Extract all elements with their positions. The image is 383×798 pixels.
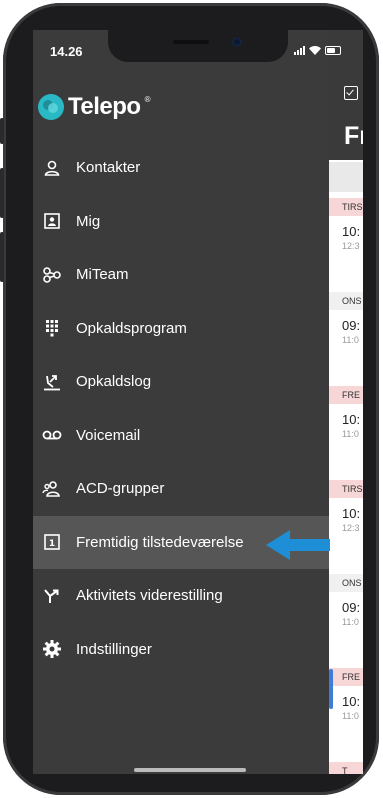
- list-item[interactable]: TIRS 10: 12:3: [329, 480, 363, 533]
- menu-item-indstillinger[interactable]: Indstillinger: [33, 623, 329, 677]
- future-presence-list: Fr TIRS 10: 12:3 ONS 09: 11:0 FRE 10: 11…: [329, 30, 363, 774]
- front-camera: [232, 37, 242, 47]
- volume-down-button: [0, 232, 4, 282]
- registered-mark: ®: [144, 95, 151, 104]
- menu-item-aktivitets-viderestilling[interactable]: Aktivitets viderestilling: [33, 569, 329, 623]
- mute-switch: [0, 118, 4, 144]
- end-time: 11:0: [342, 617, 359, 627]
- navigation-drawer: Telepo ® Kontakter Mig MiTeam Opkaldspro…: [33, 30, 329, 774]
- dialpad-icon: [41, 317, 63, 339]
- group-icon: [41, 478, 63, 500]
- menu-item-opkaldsprogram[interactable]: Opkaldsprogram: [33, 302, 329, 356]
- list-item[interactable]: ONS 09: 11:0: [329, 574, 363, 627]
- call-log-icon: [41, 371, 63, 393]
- menu-item-label: Opkaldslog: [76, 373, 152, 391]
- person-icon: [41, 157, 63, 179]
- signal-icon: [294, 46, 305, 55]
- gear-icon: [41, 638, 63, 660]
- phone-notch: [108, 30, 288, 62]
- list-item[interactable]: T: [329, 762, 363, 774]
- wifi-icon: [309, 46, 321, 55]
- list-item[interactable]: ONS 09: 11:0: [329, 292, 363, 345]
- home-indicator[interactable]: [134, 768, 246, 772]
- start-time: 10:: [342, 224, 361, 239]
- checkbox-icon[interactable]: [344, 86, 358, 100]
- menu-item-opkaldslog[interactable]: Opkaldslog: [33, 355, 329, 409]
- menu-item-acd-grupper[interactable]: ACD-grupper: [33, 462, 329, 516]
- list-item[interactable]: FRE 10: 11:0: [329, 668, 363, 721]
- telepo-logo-icon: [38, 94, 64, 120]
- list-item[interactable]: FRE 10: 11:0: [329, 386, 363, 439]
- start-time: 09:: [342, 318, 361, 333]
- end-time: 11:0: [342, 429, 359, 439]
- end-time: 11:0: [342, 711, 359, 721]
- page-title: Fr: [344, 122, 363, 150]
- day-label: T: [329, 762, 363, 774]
- list-item[interactable]: TIRS 10: 12:3: [329, 198, 363, 251]
- forward-icon: [41, 585, 63, 607]
- end-time: 11:0: [342, 335, 359, 345]
- status-icons: [294, 46, 341, 55]
- id-card-icon: [41, 210, 63, 232]
- speaker-grille: [173, 40, 209, 44]
- end-time: 12:3: [342, 523, 360, 533]
- start-time: 10:: [342, 506, 361, 521]
- menu-item-label: Aktivitets viderestilling: [76, 587, 223, 605]
- highlight-arrow: [266, 530, 330, 560]
- menu-item-label: ACD-grupper: [76, 480, 165, 498]
- start-time: 10:: [342, 412, 361, 427]
- day-label: TIRS: [329, 480, 363, 498]
- menu-item-voicemail[interactable]: Voicemail: [33, 409, 329, 463]
- volume-up-button: [0, 168, 4, 218]
- menu-item-mig[interactable]: Mig: [33, 195, 329, 249]
- menu-item-miteam[interactable]: MiTeam: [33, 248, 329, 302]
- day-label: FRE: [329, 386, 363, 404]
- drawer-menu: Kontakter Mig MiTeam Opkaldsprogram Opka…: [33, 141, 329, 676]
- day-label: ONS: [329, 574, 363, 592]
- end-time: 12:3: [342, 241, 360, 251]
- day-label: TIRS: [329, 198, 363, 216]
- team-icon: [41, 264, 63, 286]
- brand-name: Telepo: [68, 93, 141, 120]
- menu-item-label: MiTeam: [76, 266, 129, 284]
- menu-item-label: Opkaldsprogram: [76, 319, 187, 337]
- menu-item-label: Voicemail: [76, 426, 141, 444]
- menu-item-label: Kontakter: [76, 159, 141, 177]
- status-time: 14.26: [50, 44, 83, 59]
- menu-item-kontakter[interactable]: Kontakter: [33, 141, 329, 195]
- voicemail-icon: [41, 424, 63, 446]
- start-time: 10:: [342, 694, 361, 709]
- battery-icon: [325, 46, 341, 55]
- telepo-logo: Telepo ®: [38, 93, 150, 121]
- day-label: FRE: [329, 668, 363, 686]
- svg-text:1: 1: [49, 539, 55, 549]
- selection-indicator: [329, 669, 333, 709]
- calendar-icon: 1: [41, 531, 63, 553]
- search-bar[interactable]: [329, 162, 363, 192]
- menu-item-label: Mig: [76, 212, 101, 230]
- day-label: ONS: [329, 292, 363, 310]
- start-time: 09:: [342, 600, 361, 615]
- menu-item-label: Fremtidig tilstedeværelse: [76, 533, 244, 551]
- menu-item-label: Indstillinger: [76, 640, 152, 658]
